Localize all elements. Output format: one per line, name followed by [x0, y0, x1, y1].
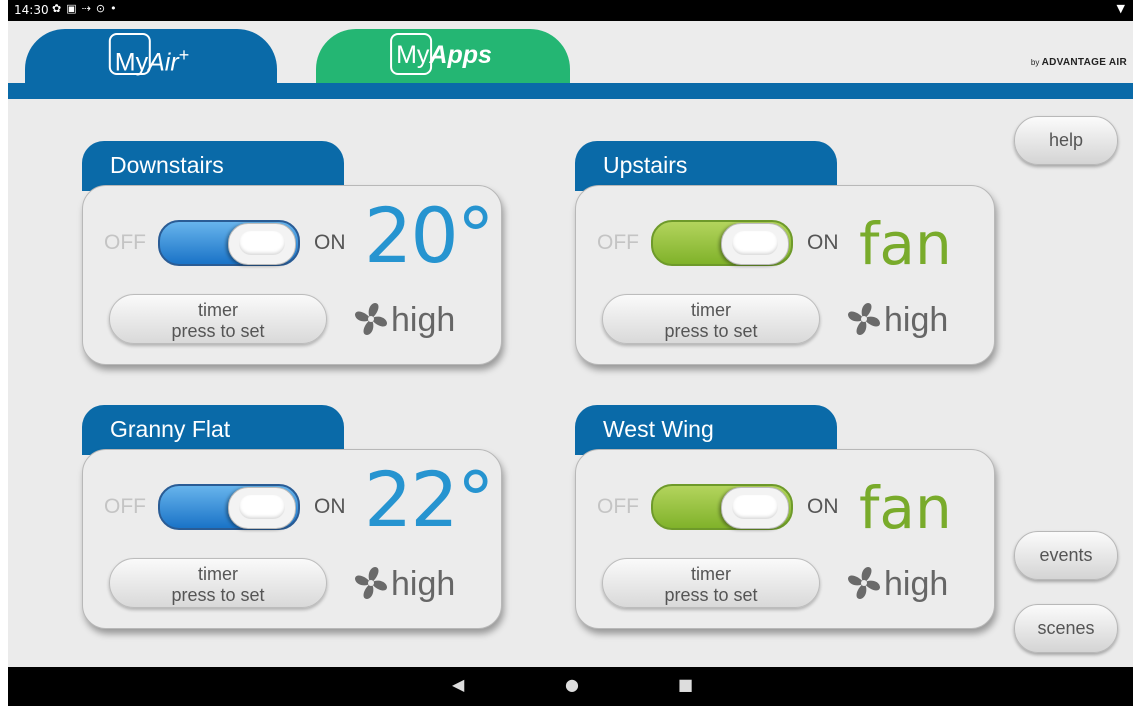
toggle-knob	[721, 223, 789, 265]
status-icons: ✿▣⇢⊙•	[52, 2, 122, 15]
zone-card: OFF ON 20° timer press to set high	[82, 185, 502, 365]
zone-name: Downstairs	[82, 141, 344, 191]
myapps-main: Apps	[429, 41, 492, 69]
events-button[interactable]: events	[1014, 531, 1118, 580]
fan-speed-label: high	[391, 301, 456, 339]
timer-label: timer	[691, 564, 731, 584]
scenes-button[interactable]: scenes	[1014, 604, 1118, 653]
zone-temperature[interactable]: 22°	[364, 460, 495, 540]
fan-speed-label: high	[391, 565, 456, 603]
toggle-knob	[228, 223, 296, 265]
off-label: OFF	[597, 495, 639, 518]
tab-myair[interactable]: MyAir+	[25, 29, 277, 85]
zone-mode[interactable]: fan	[859, 468, 952, 548]
timer-button[interactable]: timer press to set	[109, 558, 327, 608]
myair-prefix: My	[114, 48, 149, 77]
status-bar: 14:30 ✿▣⇢⊙• ▼	[8, 0, 1133, 21]
alert-icon: ⊙	[95, 2, 111, 15]
zone-card: OFF ON 22° timer press to set high	[82, 449, 502, 629]
myapps-logo: MyApps	[390, 33, 492, 75]
fan-icon	[848, 303, 880, 336]
power-toggle[interactable]	[651, 220, 793, 266]
tab-myapps[interactable]: MyApps	[316, 29, 570, 85]
timer-hint: press to set	[171, 321, 265, 341]
toggle-knob	[721, 487, 789, 529]
zone-name: West Wing	[575, 405, 837, 455]
zone-card: OFF ON fan timer press to set high	[575, 185, 995, 365]
fan-icon	[355, 567, 387, 600]
zone-downstairs: Downstairs OFF ON 20° timer press to set …	[82, 141, 502, 371]
timer-button[interactable]: timer press to set	[109, 294, 327, 344]
timer-hint: press to set	[171, 585, 265, 605]
fan-speed[interactable]: high	[353, 300, 455, 340]
help-button[interactable]: help	[1014, 116, 1118, 165]
fan-icon	[848, 567, 880, 600]
zone-granny-flat: Granny Flat OFF ON 22° timer press to set…	[82, 405, 502, 635]
power-toggle[interactable]	[158, 220, 300, 266]
signal-icon: ⇢	[81, 2, 96, 15]
off-label: OFF	[597, 231, 639, 254]
dot-icon: •	[110, 2, 122, 15]
system-nav-bar: ◀ ● ■	[8, 667, 1133, 706]
timer-button[interactable]: timer press to set	[602, 558, 820, 608]
header-bar	[8, 83, 1133, 99]
zone-name: Granny Flat	[82, 405, 344, 455]
fan-speed[interactable]: high	[846, 300, 948, 340]
power-toggle[interactable]	[651, 484, 793, 530]
toggle-knob	[228, 487, 296, 529]
timer-label: timer	[198, 564, 238, 584]
brand-logo: by ADVANTAGE AIR	[1031, 57, 1127, 68]
myapps-prefix: My	[396, 41, 430, 69]
myair-logo: MyAir+	[108, 33, 190, 77]
timer-label: timer	[691, 300, 731, 320]
image-icon: ▣	[66, 2, 82, 15]
off-label: OFF	[104, 231, 146, 254]
fan-speed[interactable]: high	[353, 564, 455, 604]
on-label: ON	[314, 495, 346, 518]
fan-speed[interactable]: high	[846, 564, 948, 604]
zone-name: Upstairs	[575, 141, 837, 191]
fan-icon	[355, 303, 387, 336]
zone-west-wing: West Wing OFF ON fan timer press to set h…	[575, 405, 995, 635]
brand-by: by	[1030, 58, 1040, 67]
on-label: ON	[314, 231, 346, 254]
timer-hint: press to set	[664, 585, 758, 605]
timer-hint: press to set	[664, 321, 758, 341]
timer-label: timer	[198, 300, 238, 320]
zone-temperature[interactable]: 20°	[364, 196, 495, 276]
back-button[interactable]: ◀	[452, 675, 464, 694]
home-button[interactable]: ●	[565, 675, 579, 694]
myair-main: Air	[148, 48, 179, 77]
zone-card: OFF ON fan timer press to set high	[575, 449, 995, 629]
brand-name: ADVANTAGE AIR	[1041, 57, 1127, 68]
zone-upstairs: Upstairs OFF ON fan timer press to set hi…	[575, 141, 995, 371]
recents-button[interactable]: ■	[678, 675, 693, 694]
off-label: OFF	[104, 495, 146, 518]
myair-suffix: +	[178, 45, 190, 65]
timer-button[interactable]: timer press to set	[602, 294, 820, 344]
fan-speed-label: high	[884, 565, 949, 603]
wifi-icon: ▼	[1116, 2, 1125, 15]
zone-mode[interactable]: fan	[859, 204, 952, 284]
power-toggle[interactable]	[158, 484, 300, 530]
gear-icon: ✿	[52, 2, 67, 15]
left-edge	[0, 0, 8, 706]
status-time: 14:30	[14, 3, 49, 17]
fan-speed-label: high	[884, 301, 949, 339]
on-label: ON	[807, 231, 839, 254]
on-label: ON	[807, 495, 839, 518]
